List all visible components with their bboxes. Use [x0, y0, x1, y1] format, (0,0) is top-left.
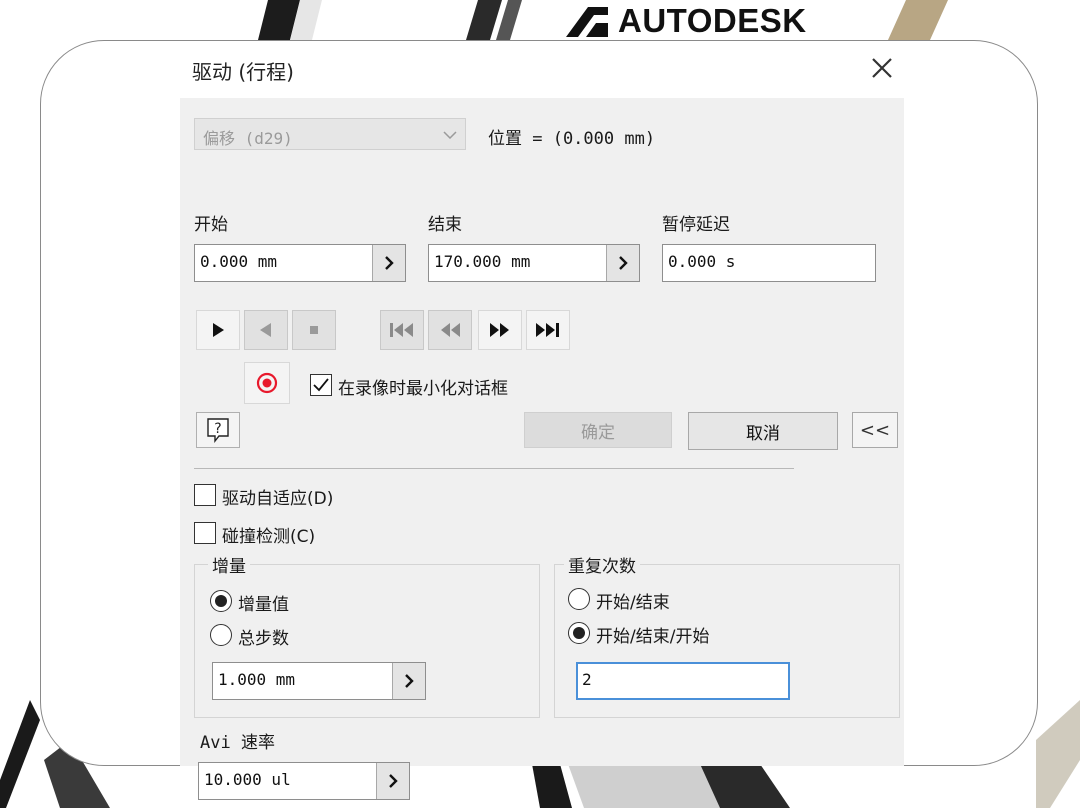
- step-back-icon: [441, 323, 460, 337]
- ok-button[interactable]: 确定: [524, 412, 672, 448]
- step-back-button[interactable]: [428, 310, 472, 350]
- step-forward-button[interactable]: [478, 310, 522, 350]
- cancel-button[interactable]: 取消: [688, 412, 838, 450]
- avi-rate-arrow-button[interactable]: [376, 763, 409, 799]
- play-forward-icon: [213, 323, 224, 337]
- help-icon: ?: [207, 418, 229, 443]
- autodesk-wordmark: AUTODESK: [618, 2, 807, 39]
- start-arrow-button[interactable]: [372, 245, 405, 281]
- step-forward-icon: [490, 323, 509, 337]
- chevron-right-icon: [389, 774, 398, 788]
- play-forward-button[interactable]: [196, 310, 240, 350]
- play-reverse-button[interactable]: [244, 310, 288, 350]
- chevron-right-icon: [385, 256, 394, 270]
- parameter-select-value: 偏移 (d29): [203, 129, 293, 148]
- total-steps-label: 总步数: [238, 629, 289, 649]
- record-button[interactable]: [244, 362, 290, 404]
- checkmark-icon: [313, 378, 329, 392]
- start-end-start-radio[interactable]: [568, 622, 590, 644]
- dialog-body: 偏移 (d29) 位置 = (0.000 mm) 开始 0.000 mm 结束 …: [180, 98, 904, 800]
- close-button[interactable]: [864, 50, 900, 86]
- dialog-titlebar: 驱动 (行程): [180, 42, 904, 98]
- stop-icon: [310, 326, 318, 334]
- collision-detection-checkbox[interactable]: [194, 522, 216, 544]
- collapse-button[interactable]: <<: [852, 412, 898, 448]
- chevron-right-icon: [405, 674, 414, 688]
- start-value: 0.000 mm: [200, 252, 278, 271]
- start-end-start-label: 开始/结束/开始: [596, 627, 710, 647]
- go-to-start-button[interactable]: [380, 310, 424, 350]
- chevron-down-icon: [443, 131, 457, 139]
- autodesk-mark-icon: [566, 7, 608, 37]
- minimize-dialog-checkbox[interactable]: [310, 374, 332, 396]
- start-label: 开始: [194, 215, 228, 235]
- adaptive-drive-checkbox[interactable]: [194, 484, 216, 506]
- position-readout: 位置 = (0.000 mm): [488, 129, 656, 149]
- play-reverse-icon: [260, 323, 271, 337]
- stop-button[interactable]: [292, 310, 336, 350]
- autodesk-logo: AUTODESK: [566, 2, 807, 40]
- adaptive-drive-label: 驱动自适应(D): [222, 489, 334, 509]
- increment-group-label: 增量: [208, 552, 250, 577]
- close-icon: [872, 58, 892, 78]
- collision-detection-label: 碰撞检测(C): [222, 527, 316, 547]
- start-end-label: 开始/结束: [596, 593, 670, 613]
- repetitions-value: 2: [582, 670, 592, 689]
- go-to-end-icon: [536, 323, 559, 337]
- end-label: 结束: [428, 215, 462, 235]
- avi-rate-value: 10.000 ul: [204, 770, 291, 789]
- avi-rate-field[interactable]: 10.000 ul: [198, 762, 410, 800]
- record-icon: [256, 372, 278, 394]
- chevron-right-icon: [619, 256, 628, 270]
- repetitions-field[interactable]: 2: [576, 662, 790, 700]
- increment-arrow-button[interactable]: [392, 663, 425, 699]
- end-value: 170.000 mm: [434, 252, 531, 271]
- end-field[interactable]: 170.000 mm: [428, 244, 640, 282]
- pause-delay-label: 暂停延迟: [662, 215, 730, 235]
- dialog-title: 驱动 (行程): [192, 60, 294, 84]
- svg-text:?: ?: [214, 421, 221, 437]
- increment-value: 1.000 mm: [218, 670, 296, 689]
- start-end-radio[interactable]: [568, 588, 590, 610]
- end-arrow-button[interactable]: [606, 245, 639, 281]
- pause-delay-field[interactable]: 0.000 s: [662, 244, 876, 282]
- drive-dialog: 驱动 (行程) 偏移 (d29) 位置 = (0.000 mm) 开始 0.00…: [180, 42, 904, 800]
- pause-delay-value: 0.000 s: [668, 252, 736, 271]
- help-button[interactable]: ?: [196, 412, 240, 448]
- section-divider: [194, 468, 794, 469]
- increment-value-radio[interactable]: [210, 590, 232, 612]
- minimize-dialog-label: 在录像时最小化对话框: [338, 379, 508, 399]
- total-steps-radio[interactable]: [210, 624, 232, 646]
- increment-value-label: 增量值: [238, 595, 289, 615]
- go-to-start-icon: [390, 323, 413, 337]
- repetitions-group-label: 重复次数: [564, 552, 640, 577]
- go-to-end-button[interactable]: [526, 310, 570, 350]
- avi-rate-label: Avi 速率: [200, 733, 275, 753]
- start-field[interactable]: 0.000 mm: [194, 244, 406, 282]
- increment-field[interactable]: 1.000 mm: [212, 662, 426, 700]
- parameter-select[interactable]: 偏移 (d29): [194, 118, 466, 150]
